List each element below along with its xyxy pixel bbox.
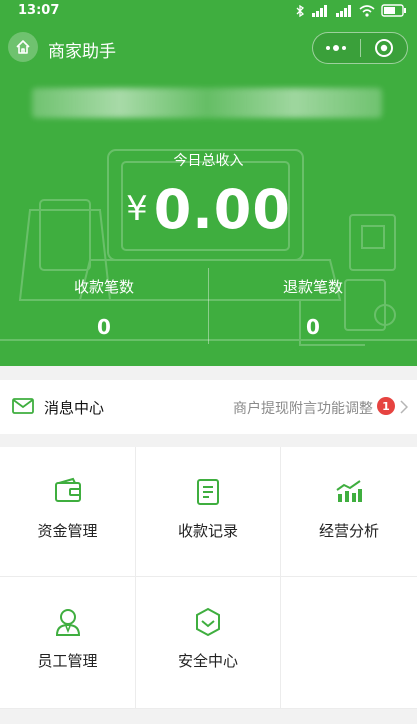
grid-item-business-analysis[interactable]: 经营分析: [281, 447, 417, 577]
status-bar: 13:07: [0, 0, 417, 24]
status-time: 13:07: [18, 3, 60, 18]
target-close-icon: [374, 39, 393, 57]
grid-item-fund-management[interactable]: 资金管理: [0, 447, 136, 577]
grid-item-security-center[interactable]: 安全中心: [136, 577, 281, 709]
receipt-icon: [136, 477, 280, 507]
staff-icon: [0, 607, 135, 637]
grid-item-staff-management[interactable]: 员工管理: [0, 577, 136, 709]
home-button[interactable]: [8, 32, 38, 62]
today-income-label: 今日总收入: [173, 153, 244, 169]
more-button[interactable]: [313, 33, 360, 63]
bluetooth-icon: [295, 4, 305, 21]
income-amount: 0.00: [153, 178, 291, 241]
message-notice: 商户提现附言功能调整: [233, 401, 373, 417]
refund-count-label: 退款笔数: [282, 278, 343, 296]
home-icon: [16, 40, 30, 54]
battery-icon: [381, 4, 407, 21]
chevron-right-icon: [400, 399, 409, 418]
close-button[interactable]: [361, 33, 408, 63]
today-income-value: ¥0.00: [0, 178, 417, 241]
mini-program-capsule: [312, 32, 408, 64]
title-bar: 商家助手: [0, 28, 417, 68]
wifi-icon: [359, 4, 375, 21]
grid-item-label: 经营分析: [318, 522, 379, 540]
signal-icon-2: [335, 4, 353, 21]
currency-symbol: ¥: [126, 189, 148, 229]
merchant-name-blurred: [32, 88, 382, 118]
grid-item-label: 员工管理: [37, 652, 98, 670]
grid-item-label: 资金管理: [37, 522, 98, 540]
collection-count-label: 收款笔数: [73, 278, 134, 296]
collection-count-stat[interactable]: 收款笔数 0: [0, 276, 208, 339]
status-icons: [295, 4, 407, 21]
signal-icon: [311, 4, 329, 21]
more-dots-icon: [326, 45, 347, 51]
grid-item-payment-records[interactable]: 收款记录: [136, 447, 281, 577]
app-title: 商家助手: [48, 42, 116, 62]
grid-item-empty: [281, 577, 417, 709]
feature-grid: 资金管理 收款记录 经营分析 员工管理 安全中心: [0, 447, 417, 709]
refund-count-value: 0: [306, 315, 320, 339]
collection-count-value: 0: [97, 315, 111, 339]
grid-item-label: 安全中心: [177, 652, 238, 670]
mail-icon: [12, 397, 34, 419]
refund-count-stat[interactable]: 退款笔数 0: [209, 276, 417, 339]
message-center-row[interactable]: 消息中心 商户提现附言功能调整 1: [0, 380, 417, 434]
unread-badge: 1: [377, 397, 395, 415]
bar-chart-icon: [281, 477, 417, 505]
grid-item-label: 收款记录: [177, 522, 238, 540]
wallet-icon: [0, 477, 135, 505]
shield-icon: [136, 607, 280, 637]
header-banner: 13:07 商家助手 今日总收入 ¥ 0.00 收款笔数 0 退款笔数 0: [0, 0, 417, 366]
message-center-title: 消息中心: [44, 399, 105, 417]
